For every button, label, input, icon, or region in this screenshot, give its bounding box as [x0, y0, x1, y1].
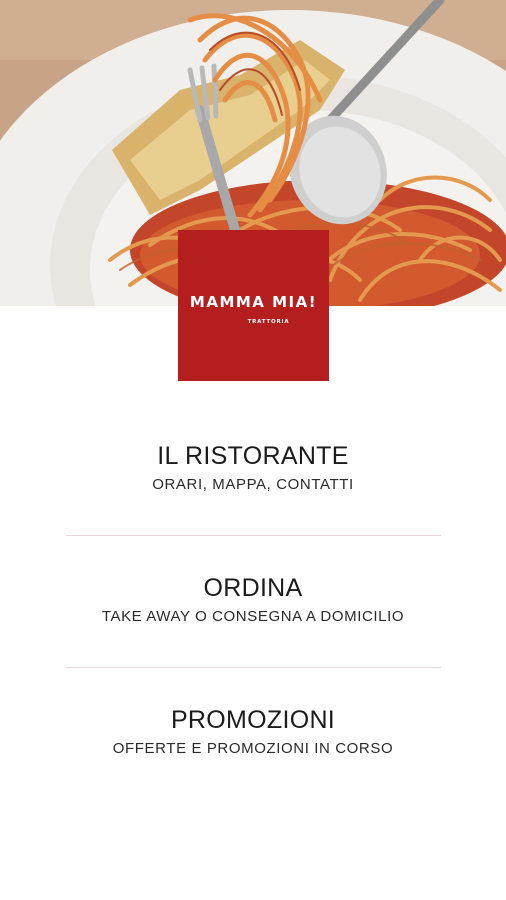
restaurant-logo: MAMMA MIA! TRATTORIA: [178, 230, 329, 381]
menu-item-ordina[interactable]: ORDINA TAKE AWAY O CONSEGNA A DOMICILIO: [0, 536, 506, 668]
menu-item-promozioni[interactable]: PROMOZIONI OFFERTE E PROMOZIONI IN CORSO: [0, 668, 506, 800]
logo-subtitle: TRATTORIA: [247, 318, 290, 325]
logo-name: MAMMA MIA!: [189, 292, 318, 311]
menu-item-subtitle: OFFERTE E PROMOZIONI IN CORSO: [112, 740, 394, 757]
menu-item-title: PROMOZIONI: [170, 706, 336, 734]
menu-item-title: IL RISTORANTE: [157, 442, 349, 470]
menu-item-subtitle: TAKE AWAY O CONSEGNA A DOMICILIO: [101, 608, 405, 625]
menu-item-ristorante[interactable]: IL RISTORANTE ORARI, MAPPA, CONTATTI: [0, 404, 506, 536]
menu-item-subtitle: ORARI, MAPPA, CONTATTI: [152, 476, 354, 493]
menu-item-title: ORDINA: [203, 574, 303, 602]
